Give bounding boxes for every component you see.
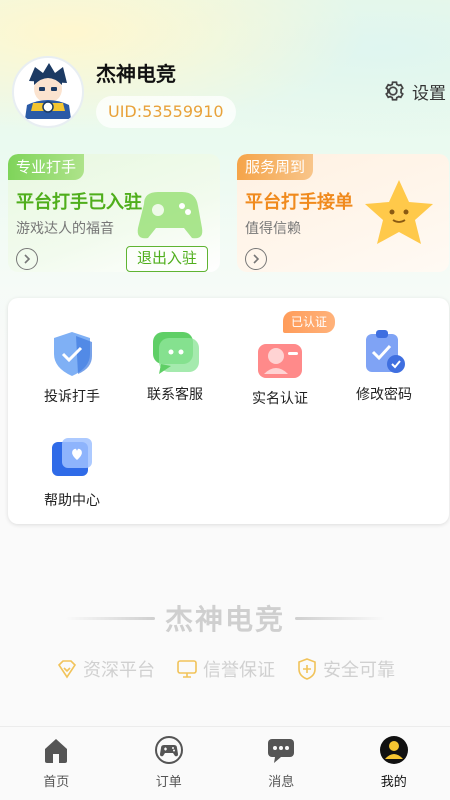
- tab-label: 我的: [380, 775, 407, 790]
- tab-label: 订单: [155, 775, 182, 790]
- star-illustration-icon: [365, 180, 433, 244]
- service-label: 帮助中心: [44, 493, 100, 509]
- promo-title: 平台打手已入驻: [16, 192, 142, 213]
- promo-title: 平台打手接单: [245, 192, 353, 213]
- avatar-image: [16, 60, 80, 124]
- service-label: 修改密码: [356, 387, 412, 403]
- divider: [64, 616, 155, 620]
- message-icon: [266, 735, 296, 765]
- uid-label: UID:53559910: [96, 96, 236, 128]
- tab-profile[interactable]: 我的: [338, 727, 450, 800]
- settings-button[interactable]: 设置: [380, 78, 446, 104]
- service-change-password[interactable]: 修改密码: [334, 326, 434, 404]
- id-card-icon: [254, 330, 306, 382]
- settings-label: 设置: [412, 83, 446, 104]
- username: 杰神电竞: [96, 62, 176, 86]
- clipboard-check-icon: [358, 326, 410, 378]
- feature-item: 资深平台: [55, 656, 155, 682]
- service-label: 实名认证: [252, 391, 308, 407]
- promo-arrow-icon[interactable]: [16, 248, 38, 270]
- divider: [295, 616, 385, 620]
- service-complaint-player[interactable]: 投诉打手: [22, 328, 122, 406]
- verified-badge: 已认证: [283, 311, 336, 333]
- monitor-icon: [177, 660, 197, 678]
- shield-check-icon: [46, 328, 98, 380]
- promo-arrow-icon[interactable]: [245, 248, 267, 270]
- avatar[interactable]: [12, 56, 84, 128]
- feature-list: 资深平台 信誉保证 安全可靠: [0, 656, 450, 682]
- user-icon: [379, 735, 409, 765]
- gamepad-icon: [154, 735, 184, 765]
- tab-home[interactable]: 首页: [0, 727, 113, 800]
- chat-bubble-icon: [149, 326, 201, 378]
- service-help-center[interactable]: 帮助中心: [22, 432, 122, 510]
- promo-subtitle: 值得信赖: [245, 221, 301, 237]
- gamepad-illustration-icon: [137, 192, 203, 239]
- tab-label: 消息: [268, 775, 295, 790]
- promo-subtitle: 游戏达人的福音: [16, 221, 114, 237]
- promo-card-player-joined[interactable]: 专业打手 平台打手已入驻 游戏达人的福音 退出入驻: [8, 154, 220, 272]
- exit-join-button[interactable]: 退出入驻: [126, 246, 208, 272]
- feature-label: 安全可靠: [323, 660, 395, 681]
- feature-label: 资深平台: [83, 660, 155, 681]
- gear-icon: [385, 81, 404, 101]
- brand-footer: 杰神电竞: [0, 598, 450, 638]
- promo-tag: 专业打手: [8, 154, 85, 180]
- feature-item: 信誉保证: [175, 656, 275, 682]
- bottom-tab-bar: 首页 订单 消息 我的: [0, 726, 450, 800]
- heart-card-icon: [46, 432, 98, 484]
- tab-messages[interactable]: 消息: [225, 727, 338, 800]
- promo-tag: 服务周到: [237, 154, 314, 180]
- service-label: 联系客服: [147, 387, 203, 403]
- service-label: 投诉打手: [44, 389, 100, 405]
- tab-label: 首页: [43, 775, 70, 790]
- promo-card-take-orders[interactable]: 服务周到 平台打手接单 值得信赖: [237, 154, 449, 272]
- feature-item: 安全可靠: [295, 656, 395, 682]
- tab-orders[interactable]: 订单: [113, 727, 226, 800]
- service-contact-support[interactable]: 联系客服: [125, 326, 225, 404]
- shield-plus-icon: [298, 658, 316, 680]
- feature-label: 信誉保证: [203, 660, 275, 681]
- brand-name: 杰神电竞: [164, 603, 285, 636]
- home-icon: [41, 735, 71, 765]
- service-real-name-verify[interactable]: 实名认证: [230, 330, 330, 408]
- diamond-heart-icon: [57, 660, 77, 679]
